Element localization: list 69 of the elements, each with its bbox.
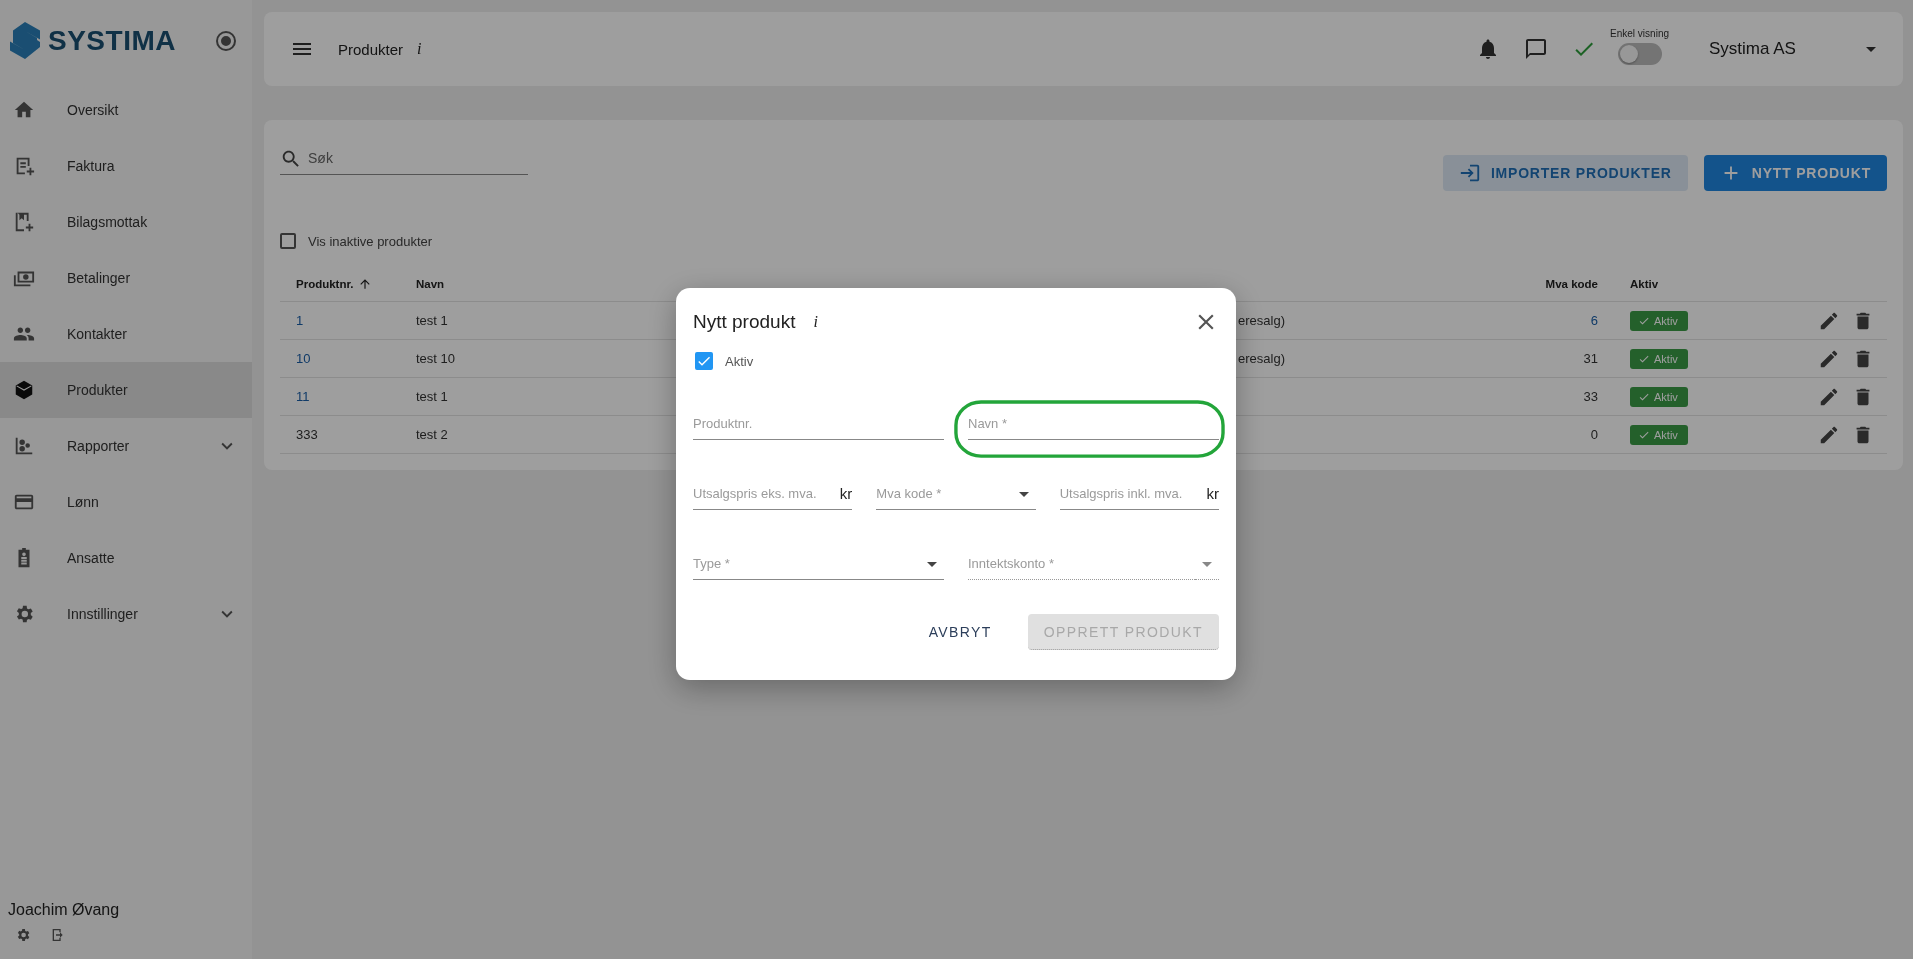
search-icon [280, 148, 302, 170]
status-badge: Aktiv [1630, 424, 1688, 445]
dropdown-caret-icon [1202, 562, 1212, 567]
nav-item[interactable]: Betalinger [0, 250, 252, 306]
new-product-button[interactable]: NYTT PRODUKT [1703, 155, 1887, 191]
checkbox-label: Aktiv [725, 353, 754, 369]
settings-icon [15, 927, 31, 943]
nav-item[interactable]: Rapporter [0, 418, 252, 474]
dropdown-caret-icon [1018, 492, 1029, 497]
status-badge: Aktiv [1630, 310, 1688, 331]
checkbox[interactable] [280, 233, 296, 249]
nav-item[interactable]: Kontakter [0, 306, 252, 362]
currency-suffix: kr [835, 478, 853, 510]
column-header[interactable]: Navn [400, 278, 445, 290]
vat-link[interactable]: 6 [1590, 313, 1614, 328]
product-link[interactable]: 1 [280, 313, 304, 328]
checkbox-label: Vis inaktive produkter [308, 233, 433, 249]
table-cell-text: test 2 [415, 427, 448, 442]
chart-icon [13, 435, 35, 457]
import-button[interactable]: IMPORTER PRODUKTER [1442, 155, 1688, 191]
product-link[interactable]: 11 [280, 389, 310, 404]
nav-item[interactable]: Ansatte [0, 530, 252, 586]
dropdown-caret-icon [1866, 46, 1876, 52]
nav-item[interactable]: Lønn [0, 474, 252, 530]
page-title: Produkter [338, 40, 404, 58]
logo-text: SYSTIMA [48, 25, 176, 57]
user-name: Joachim Øvang [8, 901, 121, 919]
company-selector[interactable]: Systima AS [1709, 39, 1859, 59]
checkbox[interactable] [695, 352, 713, 370]
table-cell-text: test 10 [415, 351, 456, 366]
table-cell-text: eresalg) [1237, 351, 1285, 366]
column-header[interactable]: Mva kode [1545, 278, 1614, 290]
table-cell-text: 31 [1583, 351, 1599, 366]
toggle-label: Enkel visning [1610, 27, 1669, 39]
info-icon[interactable]: i [813, 313, 818, 331]
table-cell-text: test 1 [415, 389, 448, 404]
import-icon [1458, 162, 1481, 184]
status-badge: Aktiv [1630, 348, 1688, 369]
column-header[interactable]: Produktnr. [280, 277, 372, 291]
cube-icon [13, 379, 35, 401]
select-field[interactable]: Type * [693, 548, 920, 580]
table-cell-text: 33 [1583, 389, 1599, 404]
cancel-button[interactable]: AVBRYT [912, 614, 1008, 650]
nav-item[interactable]: Produkter [0, 362, 252, 418]
product-link[interactable]: 10 [280, 351, 311, 366]
toggle-switch[interactable] [1617, 42, 1662, 65]
radio-icon [214, 29, 238, 53]
search-field[interactable]: Søk [308, 142, 528, 175]
table-cell-text: 0 [1590, 427, 1599, 442]
status-badge: Aktiv [1630, 386, 1688, 407]
chat-icon [1524, 37, 1549, 61]
column-header[interactable]: Aktiv [1614, 278, 1659, 290]
select-field[interactable]: Mva kode * [876, 478, 1012, 510]
nav-item[interactable]: Faktura [0, 138, 252, 194]
logo-icon [8, 21, 42, 61]
table-cell-text: 333 [295, 427, 318, 442]
table-cell-text: test 1 [415, 313, 448, 328]
nav-item[interactable]: Innstillinger [0, 586, 252, 642]
info-icon[interactable]: i [417, 40, 422, 58]
dropdown-caret-icon [927, 562, 937, 567]
nav-item[interactable]: Bilagsmottak [0, 194, 252, 250]
currency-suffix: kr [1202, 478, 1219, 510]
table-cell-text: eresalg) [1237, 313, 1285, 328]
input-field[interactable]: Utsalgspris eks. mva. [693, 478, 836, 510]
dialog-title: Nytt produkt [693, 311, 796, 333]
input-field[interactable]: Utsalgspris inkl. mva. [1059, 478, 1203, 510]
document-plus-icon [13, 211, 35, 233]
input-field[interactable]: Produktnr. [693, 408, 944, 440]
nav-item[interactable]: Oversikt [0, 82, 252, 138]
